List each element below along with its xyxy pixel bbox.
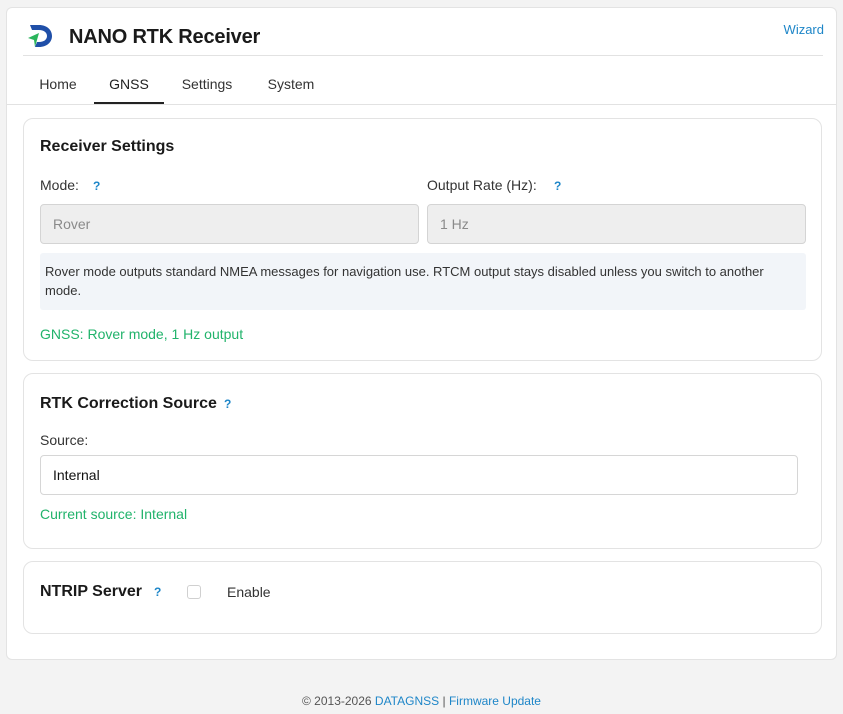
- source-label: Source:: [40, 432, 89, 448]
- output-rate-select[interactable]: 1 Hz: [427, 204, 806, 244]
- mode-select[interactable]: Rover: [40, 204, 419, 244]
- tab-gnss[interactable]: GNSS: [94, 55, 164, 104]
- tab-home[interactable]: Home: [23, 55, 93, 104]
- source-select[interactable]: Internal: [40, 455, 798, 495]
- rtk-correction-card: RTK Correction Source ? Source: Internal…: [23, 373, 822, 549]
- app-window: NANO RTK Receiver Wizard Home GNSS Setti…: [6, 7, 837, 660]
- receiver-settings-card: Receiver Settings Mode: ? Rover Output R…: [23, 118, 822, 361]
- datagnss-logo-icon: [28, 25, 52, 47]
- copyright-text: © 2013-2026: [302, 694, 372, 708]
- rtk-correction-title: RTK Correction Source: [40, 395, 217, 412]
- tab-system[interactable]: System: [255, 55, 327, 104]
- ntrip-enable-label[interactable]: Enable: [227, 584, 271, 600]
- mode-help-icon[interactable]: ?: [93, 179, 100, 193]
- tab-settings[interactable]: Settings: [171, 55, 243, 104]
- output-rate-help-icon[interactable]: ?: [554, 179, 561, 193]
- ntrip-server-card: NTRIP Server ? Enable: [23, 561, 822, 634]
- ntrip-enable-checkbox[interactable]: [187, 585, 201, 599]
- output-rate-label: Output Rate (Hz):: [427, 177, 537, 193]
- datagnss-link[interactable]: DATAGNSS: [375, 694, 439, 708]
- mode-info-box: Rover mode outputs standard NMEA message…: [40, 253, 806, 310]
- receiver-settings-title: Receiver Settings: [40, 138, 175, 155]
- current-source-text: Current source: Internal: [40, 506, 188, 522]
- rtk-correction-help-icon[interactable]: ?: [224, 397, 231, 411]
- firmware-update-link[interactable]: Firmware Update: [449, 694, 541, 708]
- mode-label: Mode:: [40, 177, 79, 193]
- footer-separator: |: [442, 694, 446, 708]
- gnss-status-text: GNSS: Rover mode, 1 Hz output: [40, 326, 244, 342]
- wizard-link[interactable]: Wizard: [784, 22, 824, 37]
- header: NANO RTK Receiver Wizard: [23, 8, 824, 56]
- ntrip-help-icon[interactable]: ?: [154, 585, 161, 599]
- app-title: NANO RTK Receiver: [69, 26, 261, 48]
- tab-bar: Home GNSS Settings System: [7, 55, 836, 105]
- ntrip-server-title: NTRIP Server: [40, 583, 142, 600]
- footer: © 2013-2026 DATAGNSS | Firmware Update: [0, 694, 843, 708]
